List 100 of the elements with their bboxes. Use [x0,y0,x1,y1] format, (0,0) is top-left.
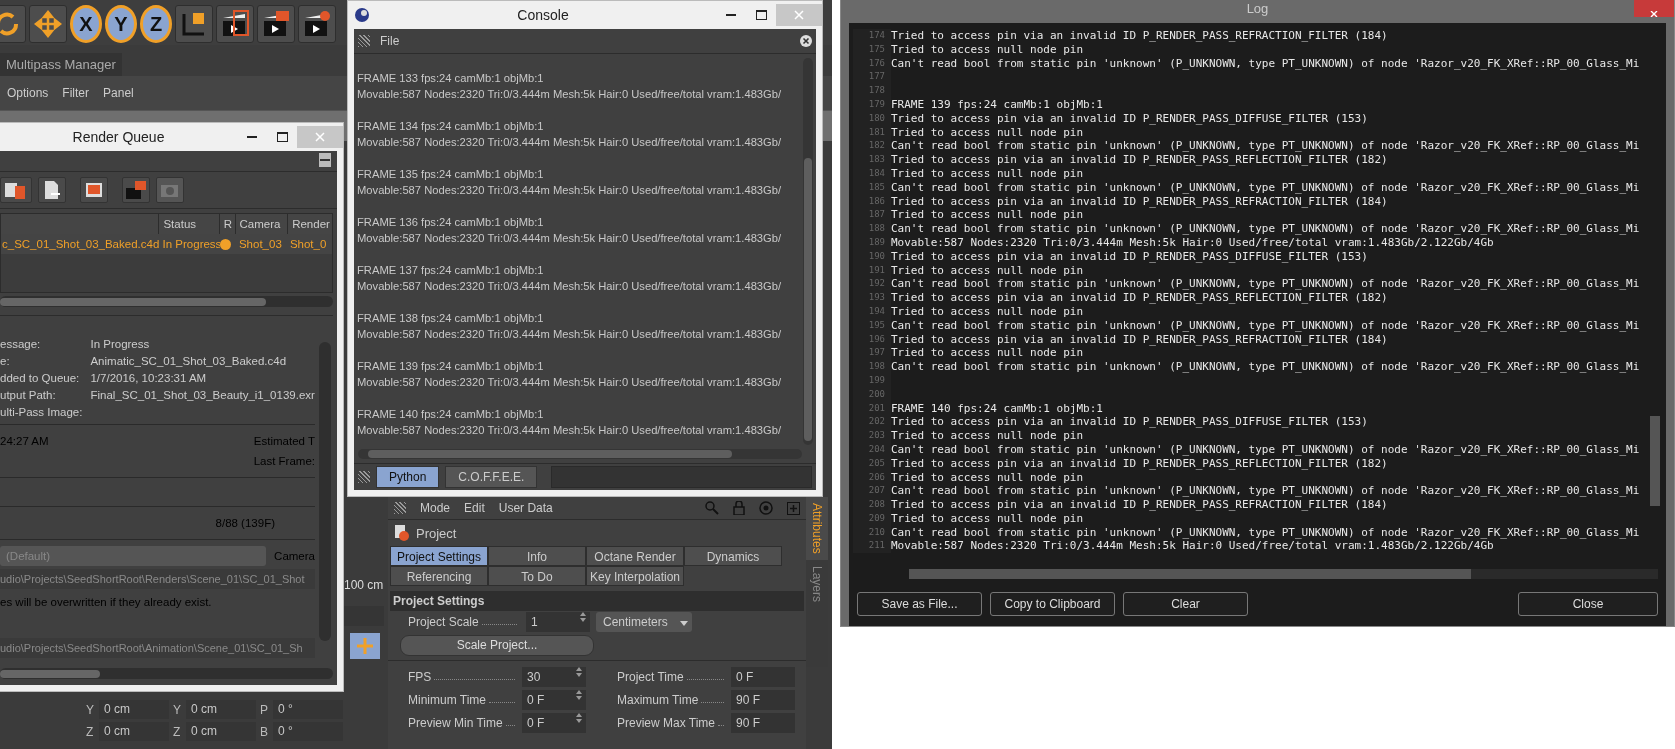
number-field[interactable]: 90 F [731,690,795,710]
detail-value: 1/7/2016, 10:23:31 AM [90,372,208,385]
horizontal-scrollbar[interactable] [909,569,1658,579]
log-line: Movable:587 Nodes:2320 Tri:0/3.444m Mesh:5k Hair:0 Used/free/total vram:1.483Gb/2.122Gb/4Gb [891,235,1494,250]
console-line: FRAME 135 fps:24 camMb:1 objMb:1 [357,167,545,182]
spinner-arrows-icon[interactable] [576,690,582,700]
spinner-arrows-icon[interactable] [580,612,586,622]
axis-lock-button[interactable]: X [70,5,102,43]
detail-value: Animatic_SC_01_Shot_03_Baked.c4d [90,355,288,368]
menu-item[interactable]: Filter [62,86,90,100]
clapperboard-icon[interactable] [257,5,295,43]
multipass-manager-tab[interactable]: Multipass Manager [0,53,122,76]
log-line: Can't read bool from static pin 'unknown' (P_UNKNOWN, type PT_UNKNOWN) of node 'Razor_v20_FK_XRef::RP_00_Glass_Mi [891,360,1640,374]
log-line: Can't read bool from static pin 'unknown' (P_UNKNOWN, type PT_UNKNOWN) of node 'Razor_v20_FK_XRef::RP_00_Glass_Mi [891,318,1640,333]
coordinate-field[interactable]: 0 ° [273,700,343,719]
horizontal-scrollbar[interactable] [0,668,333,679]
field-label: FPS [408,670,432,684]
grip-icon[interactable] [394,502,406,514]
settings-tab[interactable]: To Do [488,566,586,586]
coordinate-field[interactable]: 0 cm [186,722,256,741]
field-label: Project Scale [408,615,479,629]
menu-item[interactable]: User Data [498,501,553,515]
detail-label: essage: [0,338,42,351]
axis-label: P [260,702,269,717]
console-line: Movable:587 Nodes:2320 Tri:0/3.444m Mesh:5k Hair:0 Used/free/total vram:1.483Gb/ [357,135,783,150]
log-line: Tried to access null node pin [891,429,1084,443]
log-action-button[interactable]: Clear [1123,592,1248,616]
menu-item[interactable]: Options [7,86,49,100]
coordinate-field[interactable]: 0 cm [99,722,169,741]
horizontal-scrollbar[interactable] [0,296,333,308]
line-number: 177 [853,70,891,85]
close-icon[interactable] [800,35,812,47]
line-number: 198 [853,360,891,374]
grip-icon[interactable] [358,35,370,47]
clapperboard-icon[interactable] [216,5,254,43]
clapperboard-icon[interactable] [298,5,336,43]
render-frame-icon[interactable] [80,177,108,204]
log-line: Tried to access pin via an invalid ID P_RENDER_PASS_REFRACTION_FILTER (184) [891,332,1388,347]
log-line: Can't read bool from static pin 'unknown' (P_UNKNOWN, type PT_UNKNOWN) of node 'Razor_v20_FK_XRef::RP_00_Glass_Mi [891,277,1640,292]
dropdown-arrow-icon[interactable] [679,621,688,626]
close-button[interactable]: Close [1518,592,1658,616]
detail-label: Last Frame: [253,455,315,468]
console-line: Movable:587 Nodes:2320 Tri:0/3.444m Mesh:5k Hair:0 Used/free/total vram:1.483Gb/ [357,231,783,246]
table-cell-text: Shot_0 [288,237,328,253]
settings-tab[interactable]: Octane Render [586,546,684,566]
axis-lock-button[interactable]: Z [140,5,172,43]
scale-project-button[interactable]: Scale Project... [400,635,594,656]
side-tab[interactable]: Attributes [806,497,828,560]
coordinate-field[interactable]: 0 ° [273,722,343,741]
log-line: Tried to access pin via an invalid ID P_RENDER_PASS_REFLECTION_FILTER (182) [891,153,1388,167]
log-line: Tried to access pin via an invalid ID P_RENDER_PASS_REFRACTION_FILTER (184) [891,498,1388,512]
settings-tab[interactable]: Project Settings [390,546,488,566]
spinner-arrows-icon[interactable] [576,667,582,677]
line-number: 197 [853,346,891,361]
spinner-field[interactable] [344,606,384,626]
menu-item[interactable]: Panel [103,86,134,100]
field-label: Preview Min Time [408,716,503,730]
panel-toggle-icon[interactable] [319,153,331,167]
coordinate-field[interactable]: 0 cm [99,700,169,719]
menu-item[interactable]: Edit [464,501,485,515]
menu-item[interactable]: File [380,34,400,48]
log-line: Tried to access pin via an invalid ID P_RENDER_PASS_DIFFUSE_FILTER (153) [891,111,1368,126]
log-action-button[interactable]: Copy to Clipboard [990,592,1115,616]
detail-label: Estimated T [253,435,315,448]
number-field[interactable]: 0 F [731,667,795,687]
camera-icon[interactable] [156,177,184,204]
settings-tab[interactable]: Key Interpolation [586,566,684,586]
path-field[interactable]: udio\Projects\SeedShortRoot\Renders\Scene_01\SC_01_Shot [0,569,315,590]
settings-tab[interactable]: Referencing [390,566,488,586]
log-line: Tried to access null node pin [891,304,1084,319]
number-field[interactable]: 90 F [731,713,795,733]
log-action-button[interactable]: Save as File... [857,592,982,616]
coordinate-field[interactable]: 0 cm [186,700,256,719]
number-field[interactable]: 0 F [522,690,586,710]
console-line: Movable:587 Nodes:2320 Tri:0/3.444m Mesh:5k Hair:0 Used/free/total vram:1.483Gb/ [357,87,783,102]
status-dot-icon [220,238,232,250]
number-field[interactable]: 30 [522,667,586,687]
spinner-arrows-icon[interactable] [576,713,582,723]
settings-tab[interactable]: Dynamics [684,546,782,566]
number-field[interactable]: 0 F [522,713,586,733]
delete-list-icon[interactable] [0,177,32,204]
document-export-icon[interactable] [38,177,66,204]
unit-dropdown[interactable]: Centimeters [596,612,692,632]
log-line: Tried to access null node pin [891,208,1084,223]
language-tab[interactable]: Python [376,466,440,488]
log-line: Can't read bool from static pin 'unknown' (P_UNKNOWN, type PT_UNKNOWN) of node 'Razor_v20_FK_XRef::RP_00_Glass_Mi [891,525,1640,540]
close-icon[interactable] [1650,11,1658,17]
menu-item[interactable]: Mode [420,501,451,515]
settings-tab[interactable]: Info [488,546,586,566]
field-value: 100 cm [344,578,384,592]
coordinate-system-icon[interactable] [175,5,213,43]
grip-icon[interactable] [358,471,370,483]
console-line: FRAME 139 fps:24 camMb:1 objMb:1 [357,359,545,374]
axis-lock-button[interactable]: Y [105,5,137,43]
language-tab[interactable]: C.O.F.F.E.E. [445,466,538,488]
number-field[interactable]: 1 [526,612,590,632]
horizontal-scrollbar[interactable] [358,449,802,459]
path-field[interactable]: udio\Projects\SeedShortRoot\Animation\Scene_01\SC_01_Sh [0,638,315,659]
move-tool-icon[interactable] [29,5,67,43]
vertical-scrollbar[interactable] [803,58,813,445]
